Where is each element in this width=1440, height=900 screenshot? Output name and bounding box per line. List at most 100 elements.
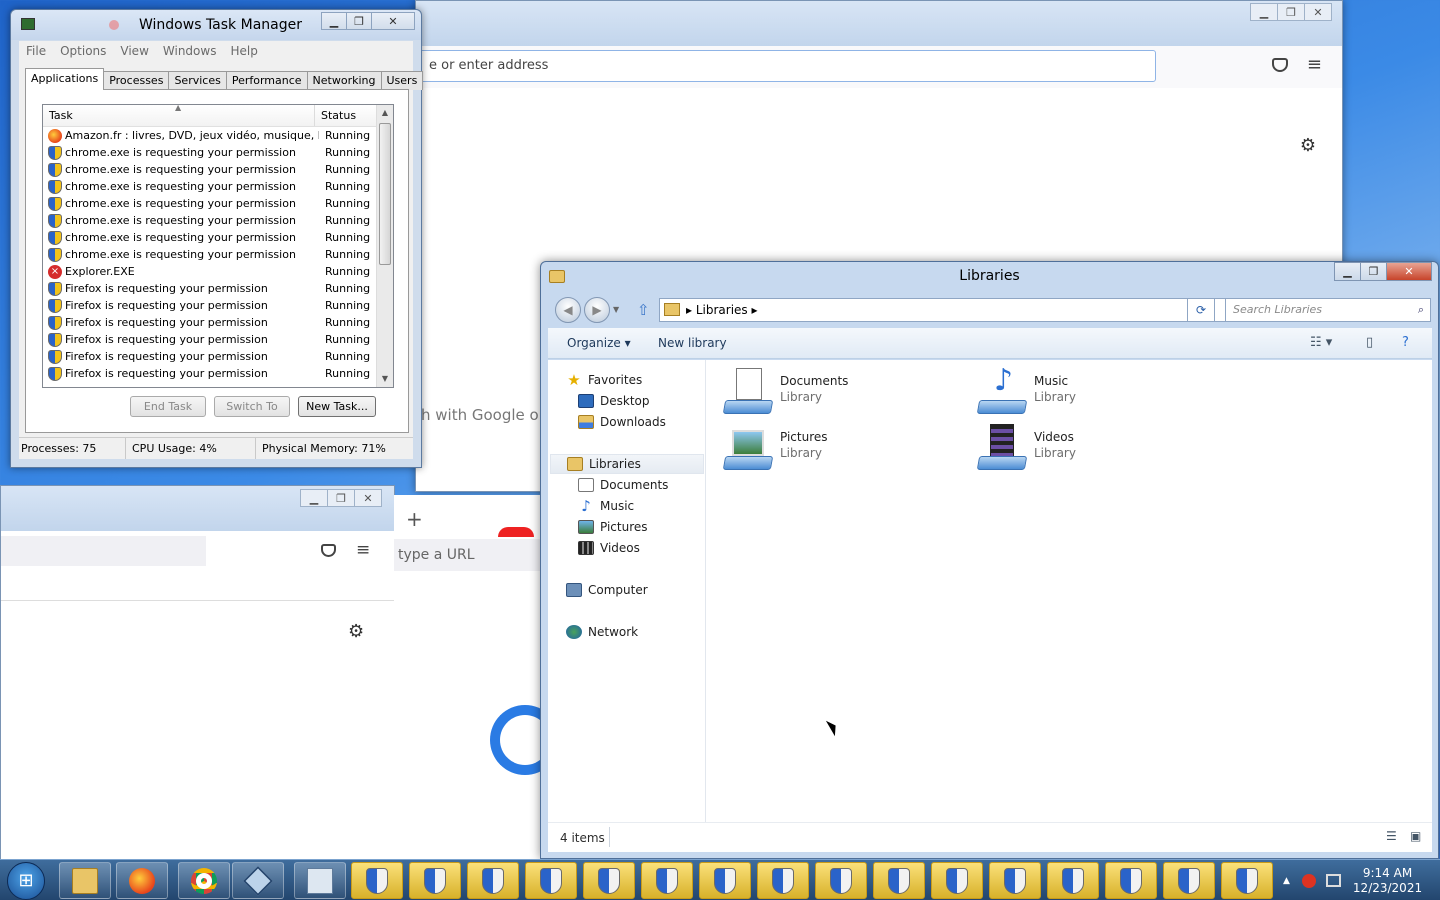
nav-downloads[interactable]: Downloads: [578, 412, 666, 432]
taskbar-uac-prompt-button[interactable]: [1047, 862, 1099, 899]
search-hint[interactable]: h with Google or: [421, 406, 545, 424]
firefox-window-2[interactable]: ▁ ❐ ✕ ≡ ⚙: [0, 485, 395, 860]
taskbar-chrome-button[interactable]: [178, 862, 230, 899]
help-icon[interactable]: ?: [1402, 335, 1409, 350]
nav-favorites[interactable]: ★ Favorites: [566, 370, 642, 390]
taskbar-uac-prompt-button[interactable]: [873, 862, 925, 899]
taskbar-uac-prompt-button[interactable]: [1105, 862, 1157, 899]
taskbar-uac-prompt-button[interactable]: [1163, 862, 1215, 899]
taskbar-uac-prompt-button[interactable]: [641, 862, 693, 899]
taskbar-task-manager-button[interactable]: [294, 862, 346, 899]
table-row[interactable]: chrome.exe is requesting your permission…: [43, 212, 393, 229]
maximize-button[interactable]: ❐: [1277, 3, 1305, 21]
nav-desktop[interactable]: Desktop: [578, 391, 650, 411]
firefox-window-3[interactable]: + type a URL: [394, 495, 560, 860]
tab-processes[interactable]: Processes: [103, 71, 170, 90]
table-row[interactable]: chrome.exe is requesting your permission…: [43, 161, 393, 178]
library-music[interactable]: ♪ Music Library: [976, 366, 1076, 414]
table-row[interactable]: chrome.exe is requesting your permission…: [43, 195, 393, 212]
security-alert-icon[interactable]: [1301, 873, 1316, 888]
table-row[interactable]: Amazon.fr : livres, DVD, jeux vidéo, mus…: [43, 127, 393, 144]
nav-pictures[interactable]: Pictures: [578, 517, 648, 537]
maximize-button[interactable]: ❐: [346, 12, 372, 30]
close-button[interactable]: ✕: [371, 12, 415, 30]
menu-file[interactable]: File: [26, 44, 46, 58]
new-task-button[interactable]: New Task...: [298, 396, 376, 417]
address-bar[interactable]: type a URL: [394, 539, 544, 571]
scrollbar[interactable]: ▲ ▼: [376, 105, 393, 387]
table-row[interactable]: Firefox is requesting your permission Run…: [43, 314, 393, 331]
details-view-icon[interactable]: ☰: [1386, 829, 1397, 843]
tab-users[interactable]: Users: [380, 71, 424, 90]
organize-button[interactable]: Organize ▾: [567, 336, 631, 350]
tab-applications[interactable]: Applications: [25, 68, 105, 90]
nav-documents[interactable]: Documents: [578, 475, 668, 495]
maximize-button[interactable]: ❐: [327, 489, 355, 507]
menu-options[interactable]: Options: [60, 44, 106, 58]
table-row[interactable]: chrome.exe is requesting your permission…: [43, 246, 393, 263]
recent-pages-icon[interactable]: ▼: [613, 305, 619, 314]
table-row[interactable]: Firefox is requesting your permission Run…: [43, 297, 393, 314]
taskbar-uac-prompt-button[interactable]: [815, 862, 867, 899]
hamburger-menu-icon[interactable]: ≡: [1307, 54, 1322, 75]
breadcrumb[interactable]: ▸ Libraries ▸: [686, 303, 758, 317]
explorer-titlebar[interactable]: Libraries ▁ ❐ ✕: [541, 262, 1438, 292]
scroll-down-icon[interactable]: ▼: [377, 371, 393, 387]
taskbar-uac-prompt-button[interactable]: [699, 862, 751, 899]
taskbar-uac-prompt-button[interactable]: [467, 862, 519, 899]
new-tab-icon[interactable]: +: [406, 507, 423, 531]
tab-networking[interactable]: Networking: [306, 71, 382, 90]
taskbar-uac-prompt-button[interactable]: [409, 862, 461, 899]
taskbar-uac-prompt-button[interactable]: [989, 862, 1041, 899]
large-icons-view-icon[interactable]: ▣: [1410, 829, 1421, 843]
refresh-button[interactable]: ⟳: [1187, 298, 1215, 322]
preview-pane-icon[interactable]: ▯: [1366, 335, 1373, 350]
table-row[interactable]: chrome.exe is requesting your permission…: [43, 144, 393, 161]
view-options-icon[interactable]: ☷ ▾: [1310, 335, 1332, 350]
new-library-button[interactable]: New library: [658, 336, 727, 350]
taskbar-explorer-button[interactable]: [59, 862, 111, 899]
taskbar-uac-prompt-button[interactable]: [525, 862, 577, 899]
table-row[interactable]: Firefox is requesting your permission Run…: [43, 331, 393, 348]
scroll-thumb[interactable]: [379, 123, 391, 265]
taskbar-uac-prompt-button[interactable]: [931, 862, 983, 899]
tab-services[interactable]: Services: [168, 71, 227, 90]
firefox-titlebar[interactable]: ▁ ❐ ✕: [1, 486, 394, 531]
taskbar-uac-prompt-button[interactable]: [583, 862, 635, 899]
nav-libraries[interactable]: Libraries: [550, 454, 704, 474]
firefox-titlebar[interactable]: ▁ ❐ ✕: [416, 1, 1342, 46]
minimize-button[interactable]: ▁: [300, 489, 328, 507]
minimize-button[interactable]: ▁: [321, 12, 347, 30]
table-row[interactable]: × Explorer.EXE Running: [43, 263, 393, 280]
nav-videos[interactable]: Videos: [578, 538, 640, 558]
address-bar[interactable]: [1, 536, 206, 566]
show-hidden-icons-icon[interactable]: ▲: [1283, 876, 1290, 886]
minimize-button[interactable]: ▁: [1250, 3, 1278, 21]
menu-windows[interactable]: Windows: [163, 44, 217, 58]
library-documents[interactable]: Documents Library: [722, 366, 848, 414]
taskbar-uac-prompt-button[interactable]: [351, 862, 403, 899]
table-row[interactable]: chrome.exe is requesting your permission…: [43, 229, 393, 246]
up-arrow-icon[interactable]: ⇧: [637, 301, 650, 319]
table-row[interactable]: Firefox is requesting your permission Run…: [43, 365, 393, 382]
hamburger-menu-icon[interactable]: ≡: [356, 540, 370, 560]
clock[interactable]: 9:14 AM 12/23/2021: [1353, 866, 1422, 896]
nav-network[interactable]: Network: [566, 622, 638, 642]
close-button[interactable]: ✕: [1386, 262, 1432, 281]
taskbar-virtualbox-button[interactable]: [232, 862, 284, 899]
task-manager-titlebar[interactable]: Windows Task Manager ▁ ❐ ✕: [11, 10, 421, 40]
maximize-button[interactable]: ❐: [1360, 262, 1387, 281]
library-pictures[interactable]: Pictures Library: [722, 422, 828, 470]
nav-music[interactable]: ♪ Music: [578, 496, 634, 516]
task-list[interactable]: ▲ Task Status Amazon.fr : livres, DVD, j…: [42, 104, 394, 388]
pocket-icon[interactable]: [321, 544, 336, 557]
taskbar-uac-prompt-button[interactable]: [1221, 862, 1273, 899]
address-bar[interactable]: e or enter address: [416, 50, 1156, 82]
start-button[interactable]: ⊞: [7, 862, 45, 900]
back-button[interactable]: ◀: [555, 297, 581, 323]
pocket-icon[interactable]: [1272, 58, 1288, 72]
table-row[interactable]: Firefox is requesting your permission Run…: [43, 348, 393, 365]
explorer-window[interactable]: Libraries ▁ ❐ ✕ ◀ ▶ ▼ ⇧ ▸ Libraries ▸ ▼ …: [540, 261, 1439, 859]
network-tray-icon[interactable]: [1325, 874, 1341, 887]
nav-computer[interactable]: Computer: [566, 580, 648, 600]
